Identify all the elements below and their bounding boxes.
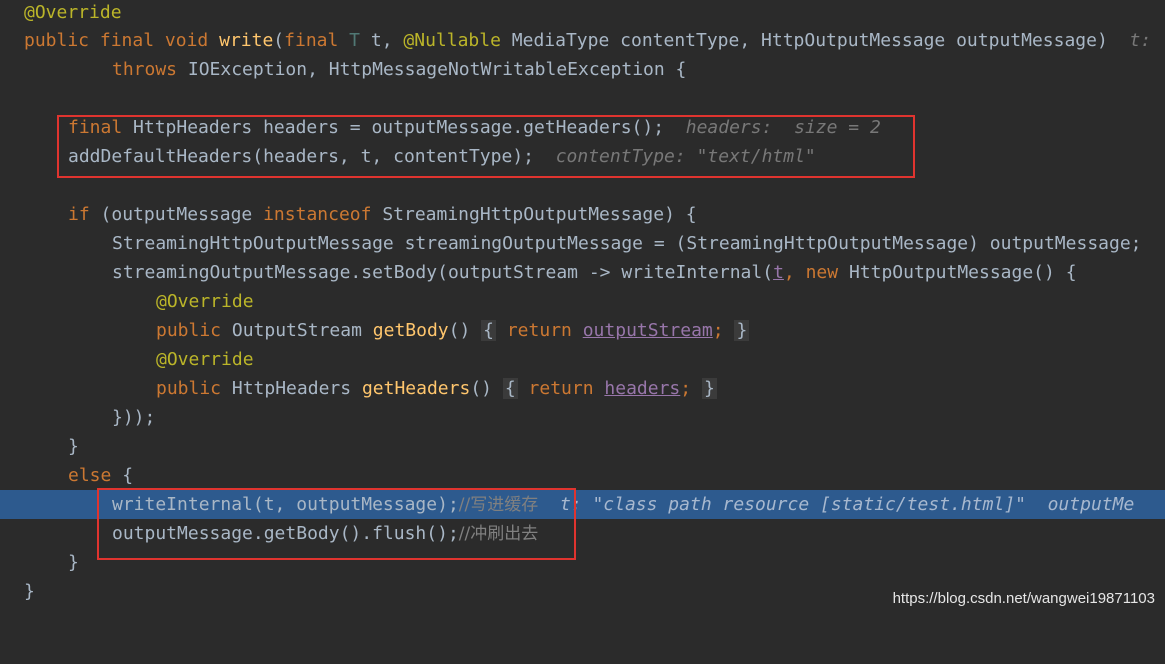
- code-line-14: public HttpHeaders getHeaders() { return…: [156, 378, 717, 399]
- code-line-1: @Override: [0, 0, 1165, 27]
- nullable-annotation: @Nullable: [403, 30, 501, 51]
- code-line-8: if (outputMessage instanceof StreamingHt…: [68, 204, 697, 225]
- folded-region-start[interactable]: {: [502, 378, 518, 399]
- field-reference-headers: headers: [604, 378, 681, 399]
- code-editor[interactable]: @Override public final void write(final …: [0, 0, 1165, 617]
- keyword-new: new: [805, 262, 839, 283]
- type-parameter: T: [349, 30, 361, 51]
- code-line-9: StreamingHttpOutputMessage streamingOutp…: [112, 233, 1142, 254]
- field-reference-outputstream: outputStream: [582, 320, 713, 341]
- code-line-3: throws IOException, HttpMessageNotWritab…: [112, 59, 687, 80]
- code-line-11: @Override: [0, 287, 1165, 316]
- folded-region-end[interactable]: }: [701, 378, 717, 399]
- method-name-write: write: [219, 30, 274, 51]
- override-annotation: @Override: [24, 2, 122, 23]
- watermark-url: https://blog.csdn.net/wangwei19871103: [892, 590, 1155, 607]
- code-line-10: streamingOutputMessage.setBody(outputStr…: [112, 262, 1077, 283]
- keyword-final: final: [99, 30, 155, 51]
- keyword-instanceof: instanceof: [263, 204, 372, 225]
- code-line-15: }));: [112, 407, 156, 428]
- code-line-17: else {: [68, 465, 134, 486]
- method-name-getbody: getBody: [372, 320, 449, 341]
- code-line-16: }: [68, 436, 79, 457]
- method-name-getheaders: getHeaders: [361, 378, 471, 399]
- keyword-else: else: [68, 465, 112, 486]
- override-annotation: @Override: [156, 349, 254, 370]
- folded-region-end[interactable]: }: [734, 320, 750, 341]
- keyword-void: void: [164, 30, 209, 51]
- folded-region-start[interactable]: {: [481, 320, 496, 341]
- keyword-throws: throws: [112, 59, 178, 80]
- highlight-box-write-flush: [97, 488, 576, 560]
- keyword-public: public: [24, 30, 90, 51]
- code-line-12: public OutputStream getBody() { return o…: [156, 320, 750, 341]
- code-line-13: @Override: [0, 345, 1165, 374]
- override-annotation: @Override: [156, 291, 254, 312]
- highlight-box-headers: [57, 115, 915, 178]
- captured-variable-t: t: [773, 262, 784, 283]
- inline-debug-hint: t: "class path resource [static/test.htm…: [559, 494, 1135, 515]
- keyword-if: if: [68, 204, 90, 225]
- code-line-2: public final void write(final T t, @Null…: [24, 30, 1152, 51]
- inline-debug-hint: t:: [1129, 30, 1152, 51]
